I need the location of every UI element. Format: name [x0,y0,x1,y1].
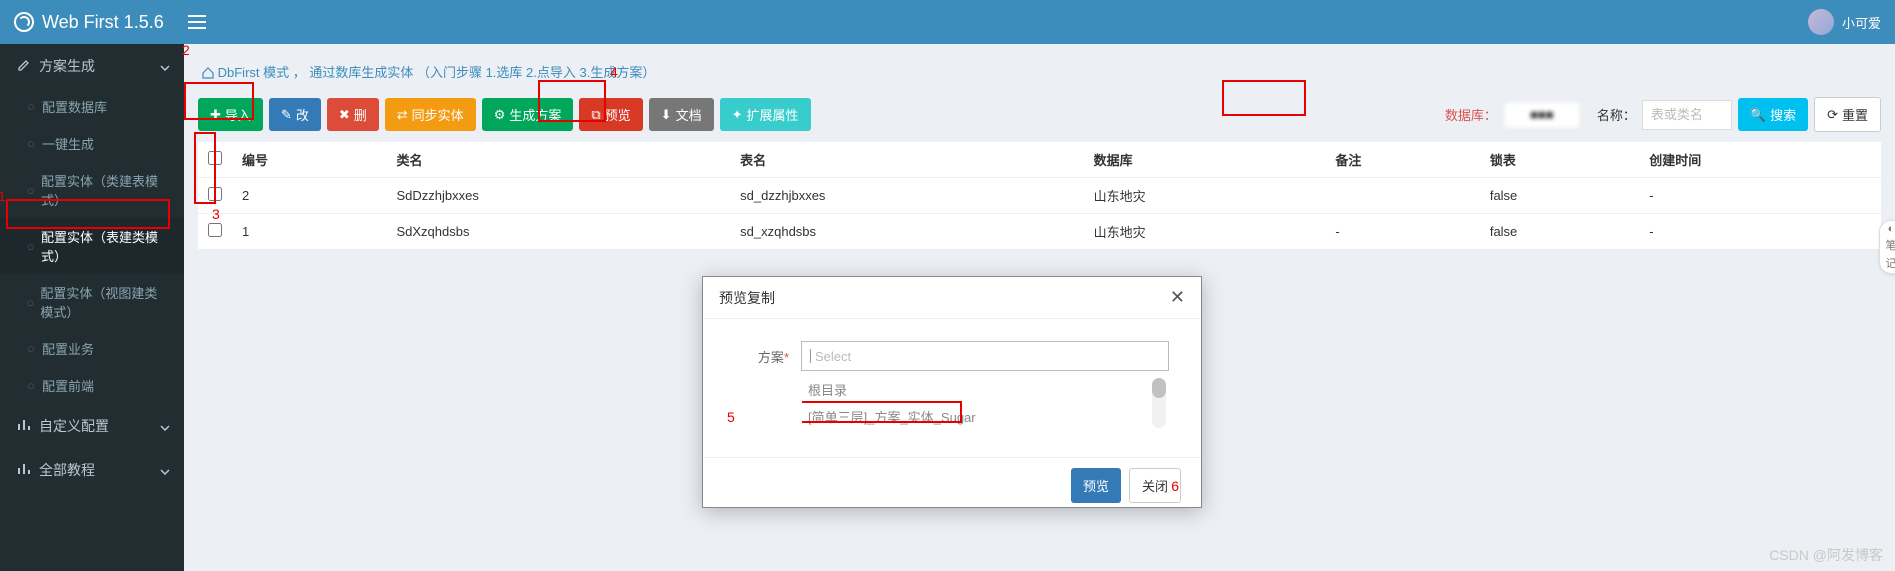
delete-button[interactable]: ✖删 [327,98,379,131]
edit-button[interactable]: ✎改 [269,98,321,131]
sidebar-section-label: 全部教程 [39,460,95,480]
sidebar-section-custom[interactable]: 自定义配置 [0,404,184,448]
col-lock: 锁表 [1480,142,1639,178]
app-logo-icon [14,12,34,32]
x-icon: ✖ [339,107,350,123]
home-icon [202,65,214,80]
dialog-title: 预览复制 [719,288,775,308]
bar-chart-icon [17,418,31,435]
col-created: 创建时间 [1639,142,1881,178]
search-icon: 🔍 [1750,107,1766,123]
scheme-dropdown[interactable]: 根目录 [简单三层]_方案_实体_Sugar [801,375,1169,431]
sidebar-item-table2class[interactable]: ○配置实体（表建类模式） [0,218,184,274]
sidebar-item-view2class[interactable]: ○配置实体（视图建类模式） [0,274,184,330]
chevron-down-icon [160,462,170,478]
sidebar-item-class2table[interactable]: ○配置实体（类建表模式） [0,162,184,218]
dropdown-option[interactable]: [简单三层]_方案_实体_Sugar [802,403,1168,430]
sidebar-item-front[interactable]: ○配置前端 [0,367,184,404]
dialog-close-button[interactable]: 关闭 [1129,468,1181,503]
sidebar-section-label: 自定义配置 [39,416,109,436]
watermark: CSDN @阿发博客 [1769,545,1883,565]
chevron-down-icon [160,58,170,74]
sidebar-section-scheme[interactable]: 方案生成 [0,44,184,88]
app-title: Web First 1.5.6 [42,12,164,33]
edge-feedback-icon[interactable]: ◐笔记 [1879,220,1895,274]
edit-icon [17,58,31,75]
sidebar-item-db[interactable]: ○配置数据库 [0,88,184,125]
bar-chart-icon [17,462,31,479]
name-input[interactable] [1642,100,1732,130]
dropdown-option[interactable]: 根目录 [802,376,1168,403]
refresh-icon: ⟳ [1827,107,1838,123]
sync-icon: ⇄ [397,107,408,123]
table-row[interactable]: 1 SdXzqhdsbs sd_xzqhdsbs 山东地灾 - false - [198,214,1881,250]
doc-button[interactable]: ⬇文档 [649,98,714,131]
name-label: 名称： [1597,105,1636,124]
ext-button[interactable]: ✦扩展属性 [720,98,811,131]
generate-button[interactable]: ⚙生成方案 [482,98,574,131]
scheme-label: 方案* [735,341,789,366]
breadcrumb: DbFirst 模式 ， 通过数库生成实体 （入门步骤 1.选库 2.点导入 3… [202,62,1881,81]
db-value[interactable]: ■■■ [1503,101,1581,129]
col-id: 编号 [232,142,386,178]
sidebar-item-onekey[interactable]: ○一键生成 [0,125,184,162]
table-row[interactable]: 2 SdDzzhjbxxes sd_dzzhjbxxes 山东地灾 false … [198,178,1881,214]
col-db: 数据库 [1084,142,1326,178]
copy-icon: ⧉ [591,107,600,123]
scrollbar-thumb[interactable] [1152,378,1166,398]
star-icon: ✦ [732,107,743,123]
pencil-icon: ✎ [281,107,292,123]
scheme-select[interactable]: Select [801,341,1169,371]
sidebar-section-label: 方案生成 [39,56,95,76]
col-remark: 备注 [1325,142,1479,178]
avatar [1808,9,1834,35]
import-button[interactable]: ✚导入 [198,98,263,131]
user-name: 小可爱 [1842,13,1881,32]
col-table: 表名 [730,142,1083,178]
annotation-number: 2 [182,42,190,58]
select-all-checkbox[interactable] [208,151,222,165]
row-checkbox[interactable] [208,223,222,237]
user-menu[interactable]: 小可爱 [1808,9,1881,35]
db-label: 数据库： [1445,105,1497,124]
row-checkbox[interactable] [208,187,222,201]
chevron-down-icon [160,418,170,434]
gears-icon: ⚙ [494,107,506,123]
preview-dialog: 预览复制 ✕ 方案* Select 根目录 [简单三层]_方案_实 [702,276,1202,508]
download-icon: ⬇ [661,107,672,123]
sidebar-item-biz[interactable]: ○配置业务 [0,330,184,367]
menu-toggle-icon[interactable] [188,15,206,29]
col-class: 类名 [386,142,730,178]
reset-button[interactable]: ⟳重置 [1814,97,1881,132]
data-table: 编号 类名 表名 数据库 备注 锁表 创建时间 2 SdDzzhjbxxes [198,142,1881,250]
preview-button[interactable]: ⧉预览 [579,98,642,131]
plus-icon: ✚ [210,107,221,123]
close-icon[interactable]: ✕ [1170,287,1185,308]
sidebar-section-tutorials[interactable]: 全部教程 [0,448,184,492]
search-button[interactable]: 🔍搜索 [1738,98,1808,131]
dialog-preview-button[interactable]: 预览 [1071,468,1121,503]
annotation-number: 5 [727,409,735,425]
sync-button[interactable]: ⇄同步实体 [385,98,476,131]
